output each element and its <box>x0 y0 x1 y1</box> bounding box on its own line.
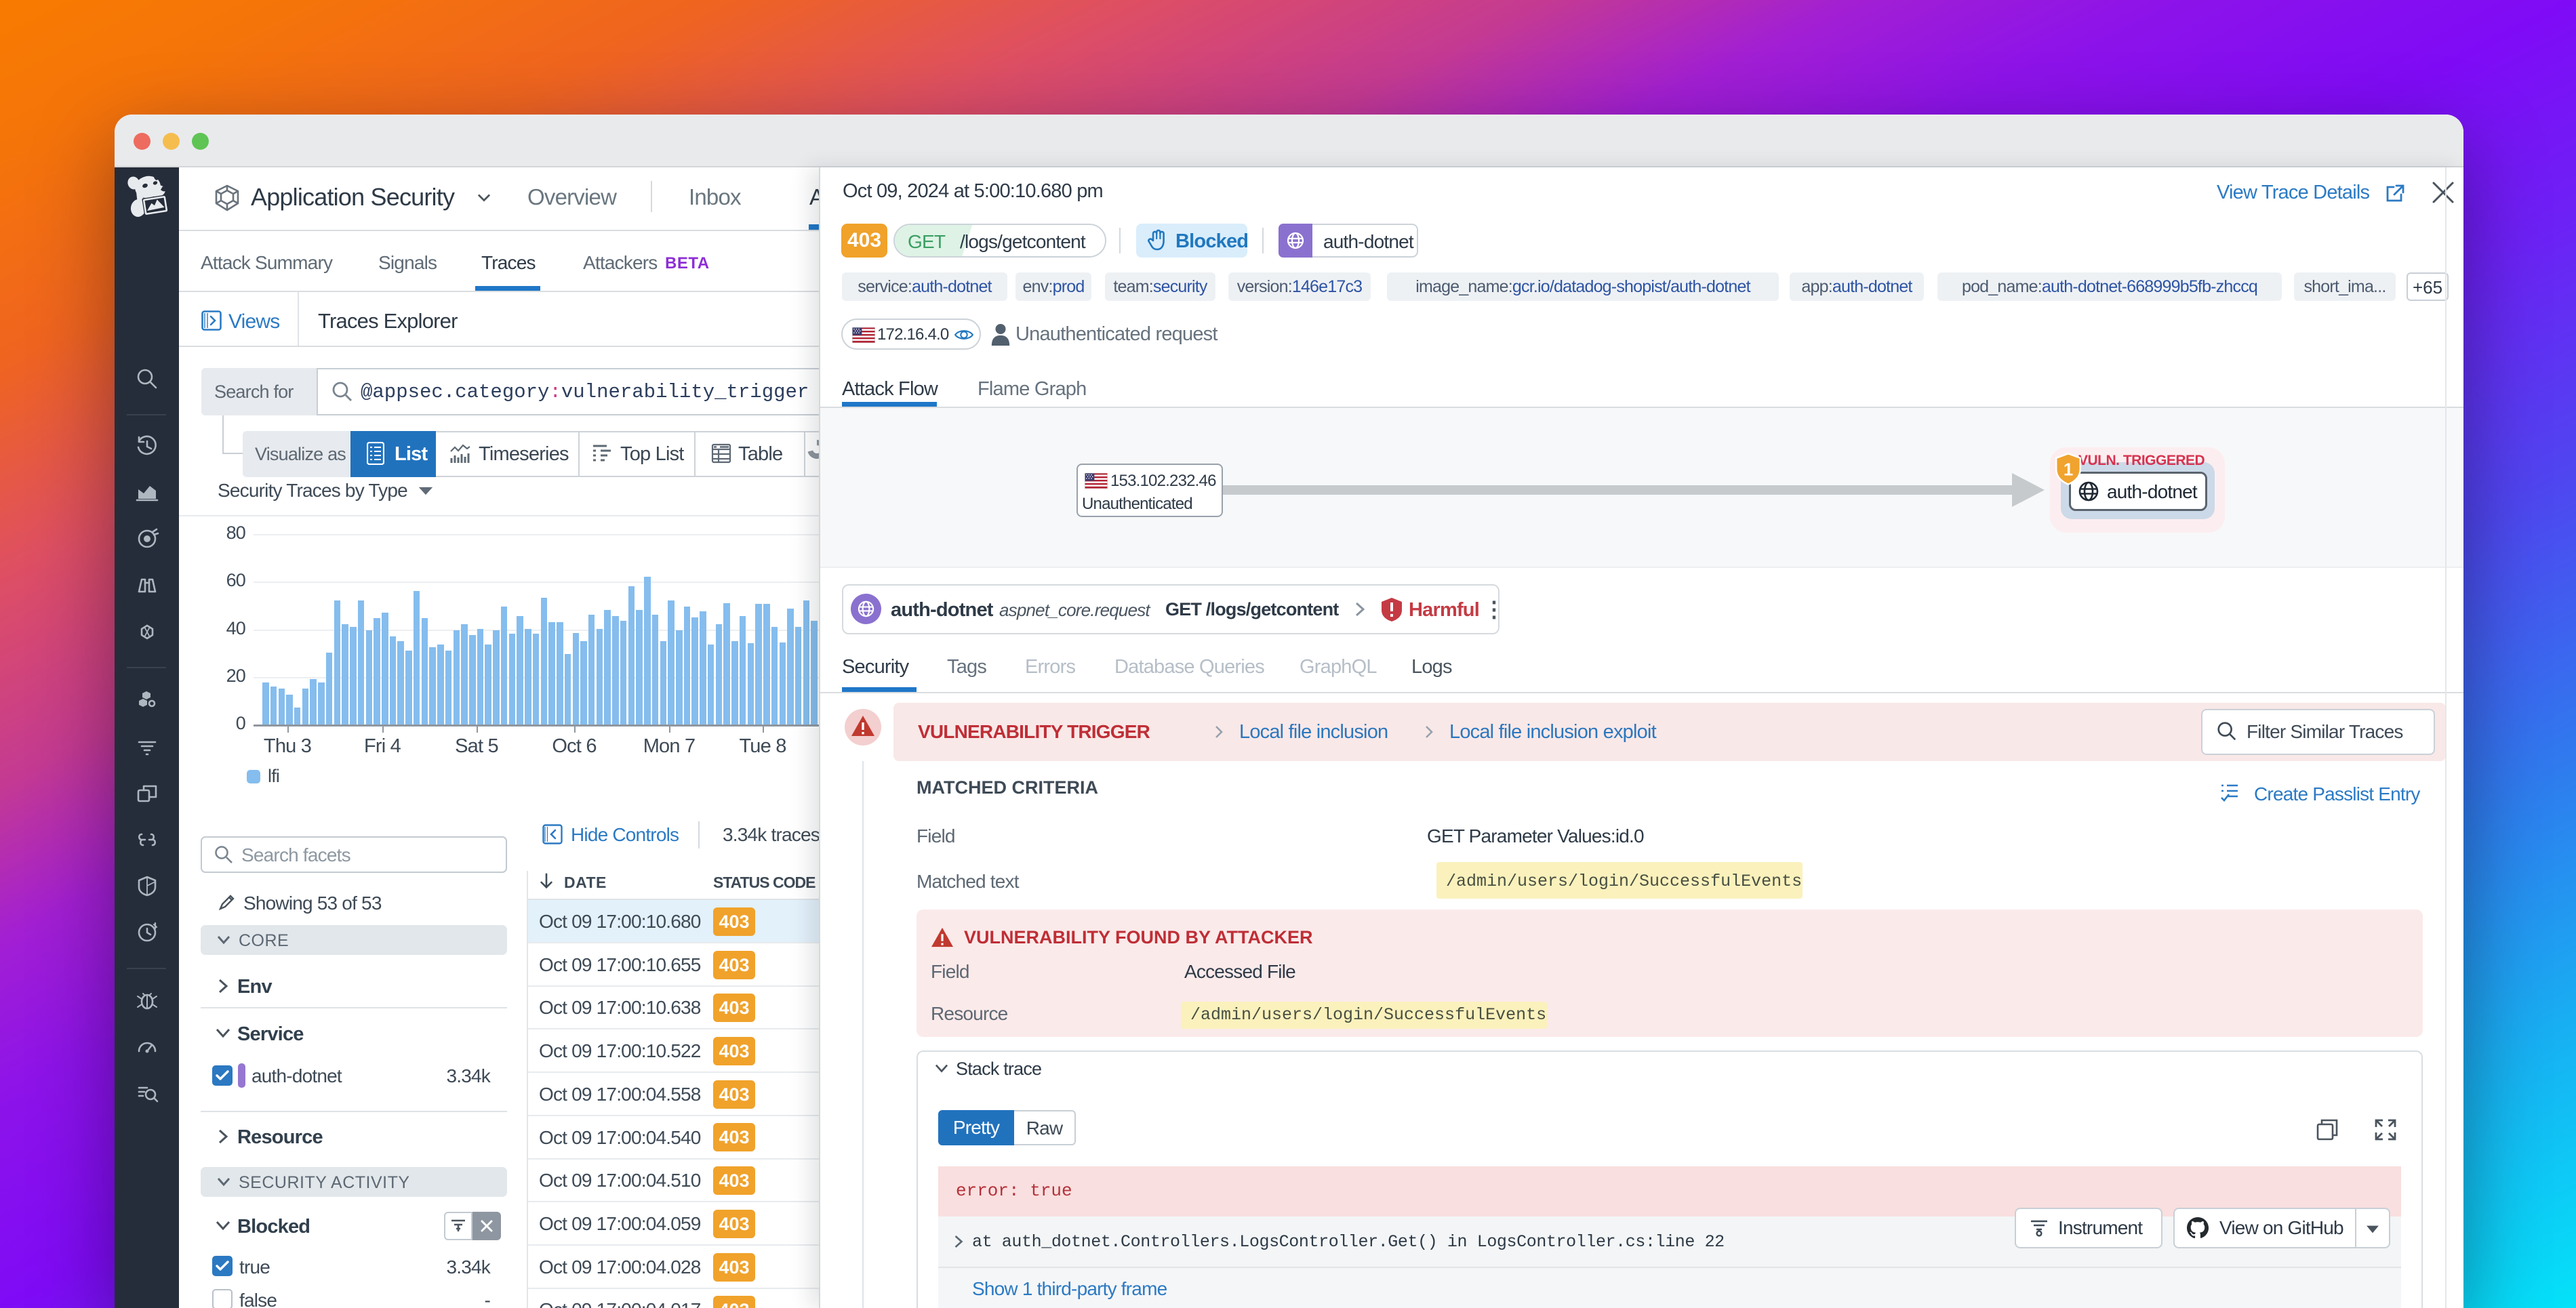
svg-text:1: 1 <box>2064 461 2073 480</box>
